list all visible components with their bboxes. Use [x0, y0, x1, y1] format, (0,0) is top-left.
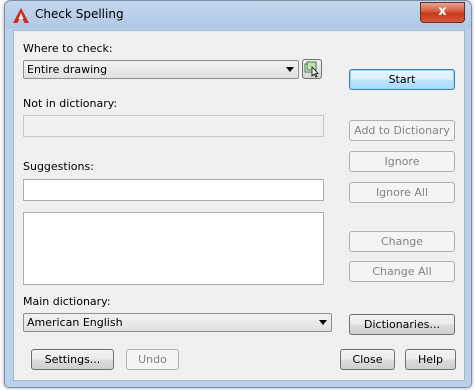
main-dictionary-label: Main dictionary:	[23, 295, 111, 308]
not-in-dictionary-label: Not in dictionary:	[23, 97, 118, 110]
suggestions-label: Suggestions:	[23, 160, 94, 173]
help-button[interactable]: Help	[405, 349, 456, 370]
suggestions-list[interactable]	[23, 212, 324, 285]
where-to-check-dropdown[interactable]: Entire drawing	[23, 60, 299, 79]
not-in-dictionary-field	[23, 115, 324, 137]
ignore-button[interactable]: Ignore	[349, 151, 455, 172]
window-title: Check Spelling	[35, 7, 124, 21]
change-button[interactable]: Change	[349, 231, 455, 252]
start-button[interactable]: Start	[349, 69, 455, 90]
change-all-button[interactable]: Change All	[349, 261, 455, 282]
main-dictionary-value: American English	[27, 316, 123, 329]
dialog-client-area: Where to check: Entire drawing Start Not…	[13, 30, 465, 381]
settings-button[interactable]: Settings...	[31, 349, 114, 370]
select-objects-icon	[304, 61, 319, 78]
dictionaries-button[interactable]: Dictionaries...	[349, 314, 455, 335]
select-objects-button[interactable]	[302, 59, 322, 79]
title-bar[interactable]: Check Spelling x	[5, 1, 471, 29]
close-icon: x	[438, 4, 447, 19]
ignore-all-button[interactable]: Ignore All	[349, 182, 455, 203]
where-to-check-value: Entire drawing	[27, 63, 108, 76]
where-to-check-label: Where to check:	[23, 42, 113, 55]
close-window-button[interactable]: x	[420, 2, 465, 23]
chevron-down-icon	[286, 67, 294, 72]
add-to-dictionary-button[interactable]: Add to Dictionary	[349, 120, 455, 141]
main-dictionary-dropdown[interactable]: American English	[23, 313, 332, 332]
autocad-app-icon	[13, 8, 29, 23]
check-spelling-dialog: Check Spelling x Where to check: Entire …	[4, 0, 472, 388]
undo-button[interactable]: Undo	[126, 349, 179, 370]
suggestion-input[interactable]	[23, 179, 324, 201]
chevron-down-icon	[319, 320, 327, 325]
close-button[interactable]: Close	[340, 349, 395, 370]
